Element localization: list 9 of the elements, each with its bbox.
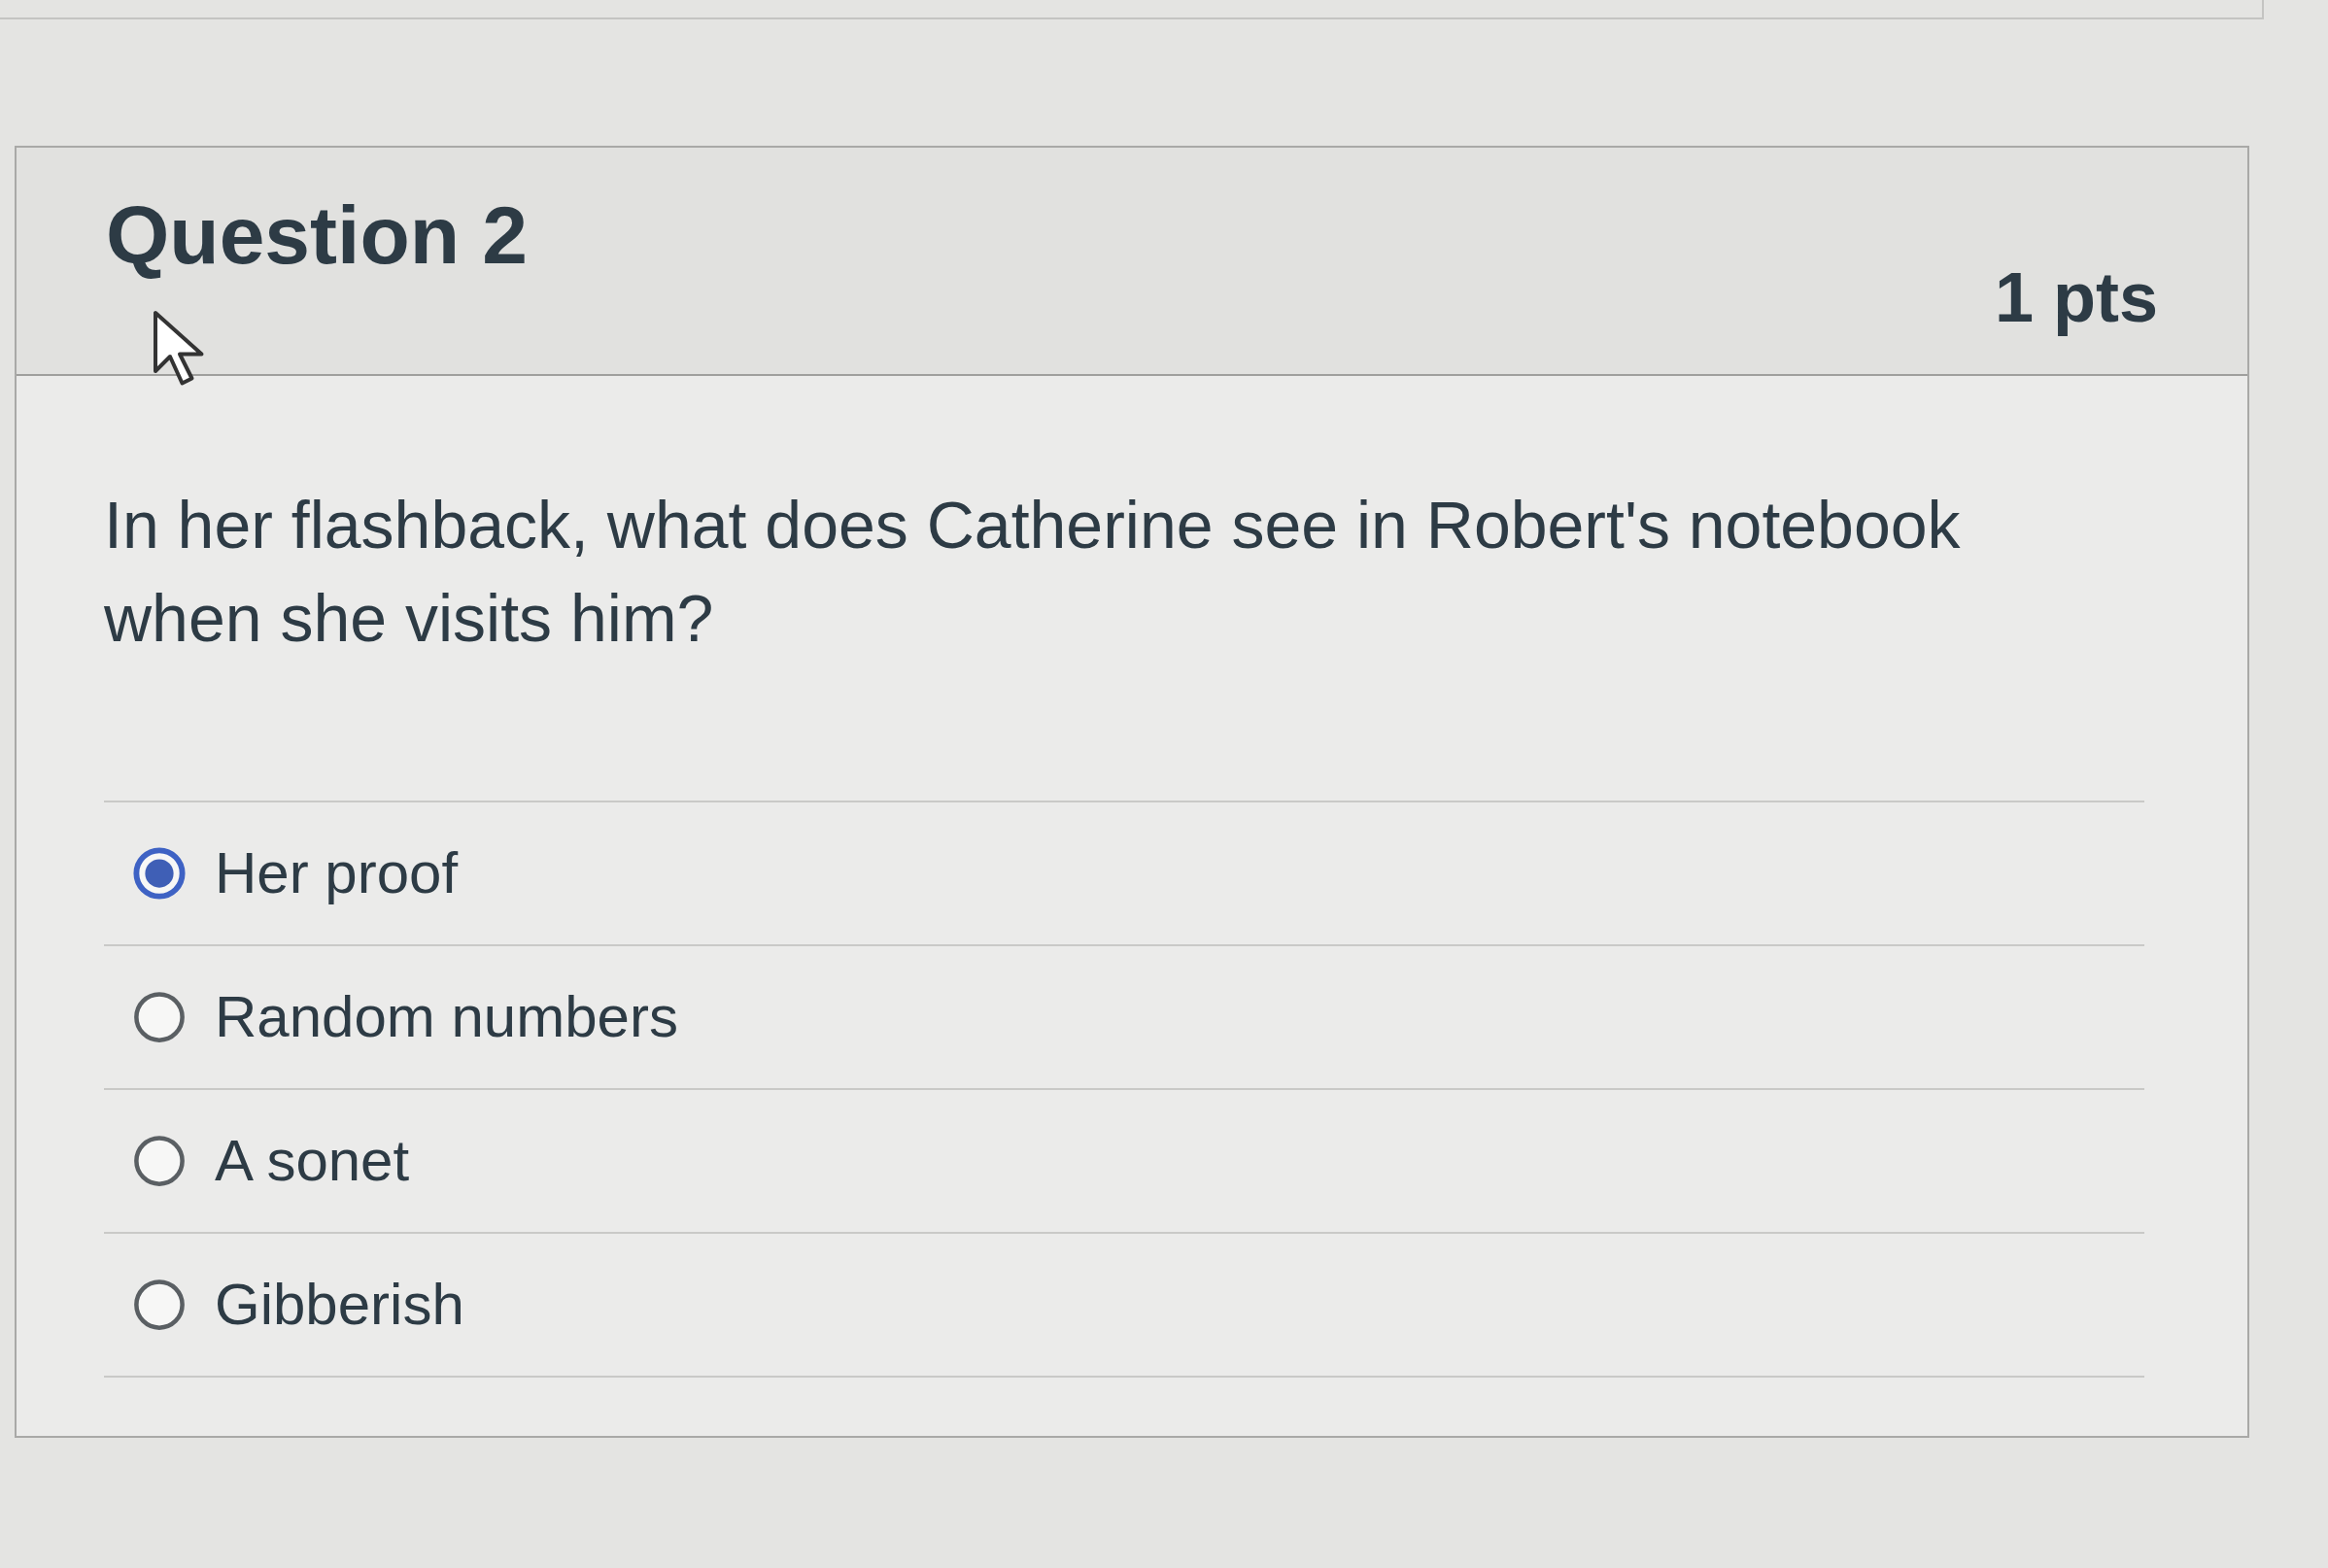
question-text: In her flashback, what does Catherine see in Robert's notebook when she visits him? [104,487,1962,657]
answer-text[interactable]: A sonet [215,1132,410,1190]
radio-button[interactable] [133,1278,186,1331]
answer-text[interactable]: Random numbers [215,988,678,1046]
answer-text[interactable]: Gibberish [215,1276,464,1334]
answer-text[interactable]: Her proof [215,844,459,903]
radio-button[interactable] [133,991,186,1043]
radio-button[interactable] [133,847,186,900]
radio-button[interactable] [133,1135,186,1187]
